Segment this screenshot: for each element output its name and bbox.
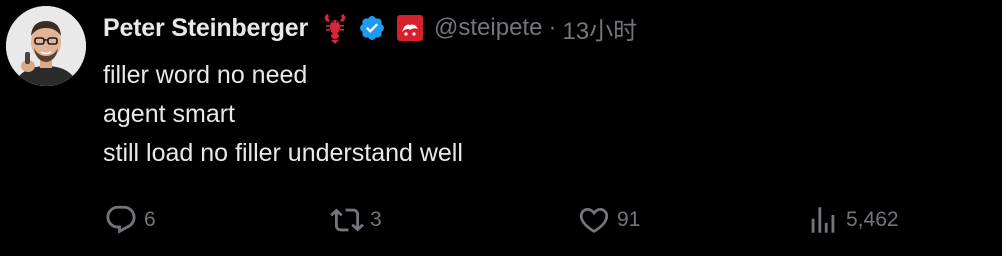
retweet-icon (330, 203, 364, 237)
retweet-button[interactable]: 3 (330, 200, 382, 240)
affiliate-logo-icon[interactable] (396, 14, 424, 42)
header-separator: · (548, 14, 557, 41)
views-count: 5,462 (846, 208, 899, 231)
reply-button[interactable]: 6 (104, 200, 156, 240)
tweet-timestamp[interactable]: 13小时 (562, 11, 637, 46)
tweet-actions: 6 3 91 5,462 (0, 200, 1002, 240)
tweet-text: filler word no need agent smart still lo… (103, 56, 463, 173)
lobster-icon (320, 11, 350, 45)
avatar[interactable] (6, 6, 86, 86)
tweet[interactable]: Peter Steinberger @steipete · 13小时 fille… (0, 0, 1002, 256)
reply-count: 6 (144, 208, 156, 231)
tweet-line: filler word no need (103, 61, 308, 89)
author-handle[interactable]: @steipete (434, 14, 542, 42)
views-icon (806, 203, 840, 237)
tweet-line: agent smart (103, 100, 236, 128)
like-button[interactable]: 91 (577, 200, 640, 240)
retweet-count: 3 (370, 208, 382, 231)
reply-icon (104, 203, 138, 237)
verified-check-icon[interactable] (358, 14, 386, 42)
author-name[interactable]: Peter Steinberger (103, 14, 308, 43)
heart-icon (577, 203, 611, 237)
tweet-header: Peter Steinberger @steipete · 13小时 (103, 8, 637, 48)
views-button[interactable]: 5,462 (806, 200, 899, 240)
like-count: 91 (617, 208, 641, 231)
avatar-image (6, 6, 86, 86)
tweet-line: still load no filler understand well (103, 139, 463, 167)
